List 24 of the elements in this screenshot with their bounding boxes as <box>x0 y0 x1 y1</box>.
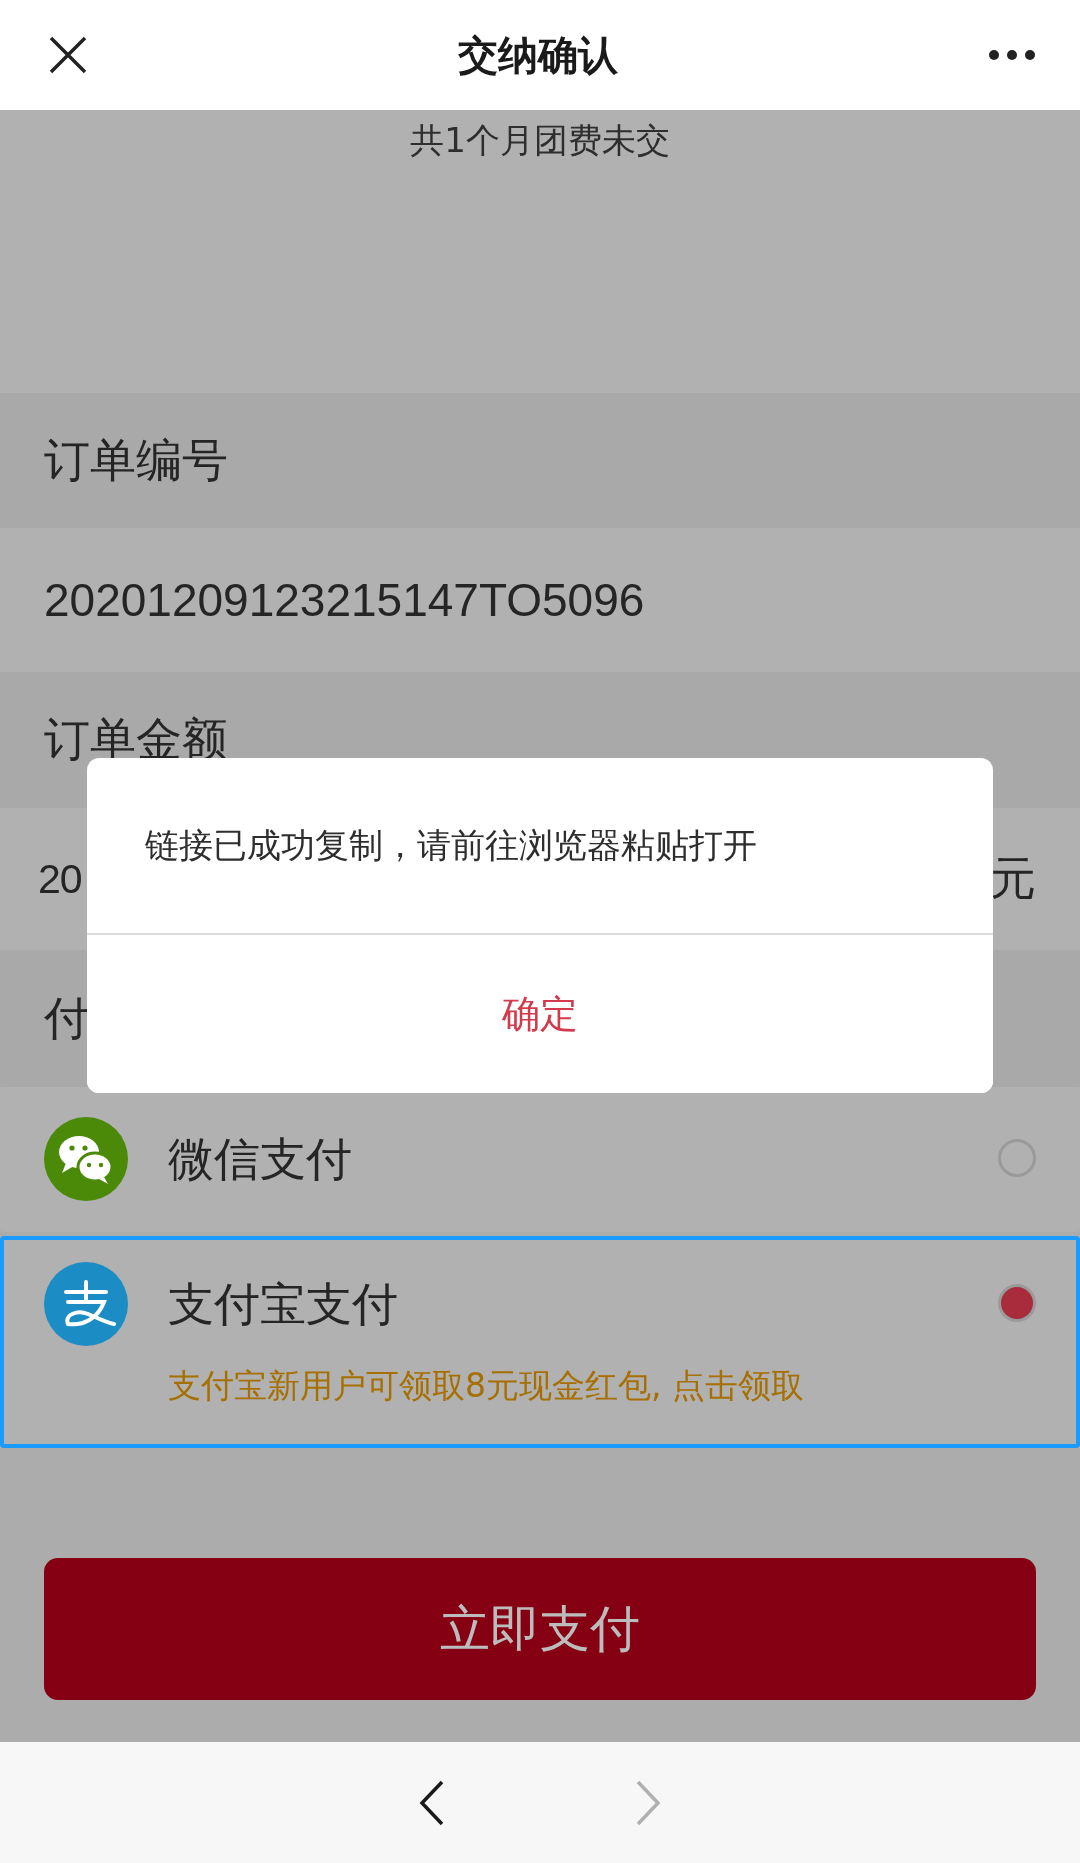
pay-button[interactable]: 立即支付 <box>44 1558 1036 1700</box>
field-label: 订单编号 <box>44 431 228 489</box>
forward-icon <box>635 1779 661 1826</box>
chat-bubbles-icon <box>44 1117 128 1201</box>
payment-option[interactable]: 支付宝支付 支付宝新用户可领取8元现金红包, 点击领取 <box>0 1236 1080 1448</box>
page-title: 交纳确认 <box>458 30 618 80</box>
close-icon <box>48 35 88 75</box>
unpaid-notice: 共1个月团费未交 <box>410 119 670 162</box>
payment-name: 支付宝支付 <box>168 1276 399 1333</box>
alipay-logo-icon <box>44 1262 128 1346</box>
back-button[interactable] <box>419 1779 445 1826</box>
currency-unit: 元 <box>990 850 1036 907</box>
field-label: 付 <box>44 989 90 1047</box>
payment-option[interactable]: 微信支付 <box>0 1087 1080 1232</box>
field-label: 订单金额 <box>44 711 228 768</box>
back-icon <box>419 1779 445 1826</box>
amount-value: 20 <box>38 855 82 903</box>
radio-button[interactable] <box>998 1284 1036 1322</box>
more-button[interactable] <box>988 49 1036 61</box>
payment-name: 微信支付 <box>168 1131 353 1188</box>
order-number: 20201209123215147TO5096 <box>44 573 645 627</box>
close-button[interactable] <box>48 35 88 75</box>
dialog-message: 链接已成功复制，请前往浏览器粘贴打开 <box>145 823 757 867</box>
more-icon <box>988 49 1036 61</box>
